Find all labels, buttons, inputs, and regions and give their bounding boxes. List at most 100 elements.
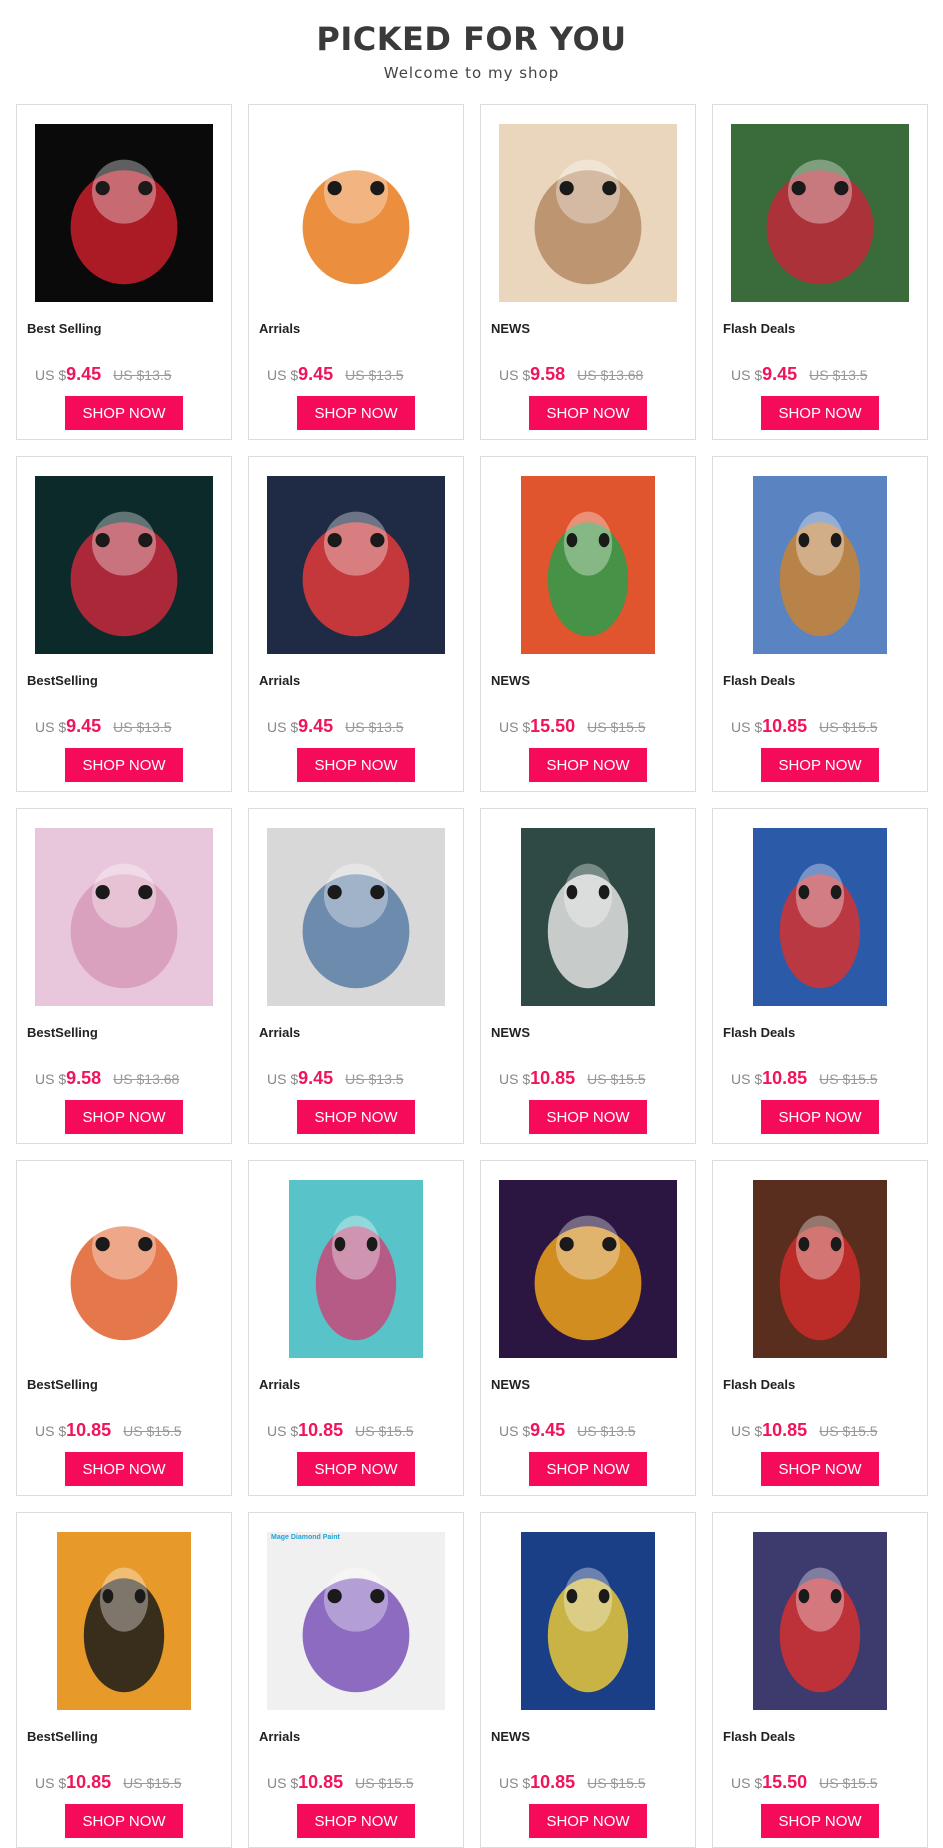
price-row: US $10.85 US $15.5: [731, 716, 878, 737]
product-card[interactable]: Arrials US $10.85 US $15.5 SHOP NOW: [248, 1160, 464, 1496]
current-price: 15.50: [762, 1772, 808, 1792]
currency-label: US $: [499, 1423, 531, 1439]
shop-now-button[interactable]: SHOP NOW: [65, 396, 183, 430]
shop-now-button[interactable]: SHOP NOW: [761, 396, 879, 430]
shop-now-button[interactable]: SHOP NOW: [297, 1452, 415, 1486]
product-card[interactable]: BestSelling US $10.85 US $15.5 SHOP NOW: [16, 1160, 232, 1496]
price-row: US $9.45 US $13.5: [35, 364, 172, 385]
product-image[interactable]: [35, 1180, 213, 1358]
current-price: 9.58: [66, 1068, 102, 1088]
shop-now-button[interactable]: SHOP NOW: [529, 396, 647, 430]
product-card[interactable]: BestSelling US $9.45 US $13.5 SHOP NOW: [16, 456, 232, 792]
owl-reading-artwork: [499, 1180, 677, 1358]
shop-now-button[interactable]: SHOP NOW: [761, 1452, 879, 1486]
product-image[interactable]: [753, 476, 887, 654]
product-card[interactable]: Flash Deals US $10.85 US $15.5 SHOP NOW: [712, 1160, 928, 1496]
shop-now-button[interactable]: SHOP NOW: [529, 1452, 647, 1486]
product-category: BestSelling: [27, 673, 98, 688]
original-price: US $13.5: [113, 367, 172, 383]
product-image[interactable]: [267, 828, 445, 1006]
product-image[interactable]: [731, 124, 909, 302]
section-subtitle: Welcome to my shop: [383, 64, 560, 82]
product-card[interactable]: Best Selling US $9.45 US $13.5 SHOP NOW: [16, 104, 232, 440]
product-card[interactable]: Arrials US $9.45 US $13.5 SHOP NOW: [248, 456, 464, 792]
product-image[interactable]: [35, 476, 213, 654]
product-card[interactable]: NEWS US $15.50 US $15.5 SHOP NOW: [480, 456, 696, 792]
product-card[interactable]: Arrials US $9.45 US $13.5 SHOP NOW: [248, 808, 464, 1144]
product-card[interactable]: Flash Deals US $9.45 US $13.5 SHOP NOW: [712, 104, 928, 440]
original-price: US $13.68: [113, 1071, 180, 1087]
product-image[interactable]: [753, 828, 887, 1006]
current-price: 10.85: [530, 1068, 576, 1088]
product-card[interactable]: NEWS US $10.85 US $15.5 SHOP NOW: [480, 808, 696, 1144]
product-category: NEWS: [491, 321, 530, 336]
product-image[interactable]: [521, 1532, 655, 1710]
product-image[interactable]: [35, 828, 213, 1006]
product-image[interactable]: [267, 124, 445, 302]
product-category: NEWS: [491, 1025, 530, 1040]
product-category: NEWS: [491, 1377, 530, 1392]
current-price: 9.45: [298, 364, 334, 384]
product-category: Flash Deals: [723, 321, 796, 336]
current-price: 9.45: [66, 364, 102, 384]
original-price: US $15.5: [587, 1071, 646, 1087]
original-price: US $15.5: [819, 1071, 878, 1087]
price-row: US $10.85 US $15.5: [35, 1772, 182, 1793]
original-price: US $15.5: [355, 1423, 414, 1439]
shop-now-button[interactable]: SHOP NOW: [529, 1100, 647, 1134]
price-row: US $9.45 US $13.5: [35, 716, 172, 737]
product-card[interactable]: Flash Deals US $10.85 US $15.5 SHOP NOW: [712, 456, 928, 792]
product-card[interactable]: Mage Diamond Paint Arrials US $10.85 US $15…: [248, 1512, 464, 1848]
current-price: 9.45: [762, 364, 798, 384]
shop-now-button[interactable]: SHOP NOW: [65, 1100, 183, 1134]
product-card[interactable]: Flash Deals US $15.50 US $15.5 SHOP NOW: [712, 1512, 928, 1848]
currency-label: US $: [731, 1423, 763, 1439]
product-card[interactable]: BestSelling US $9.58 US $13.68 SHOP NOW: [16, 808, 232, 1144]
original-price: US $15.5: [819, 1775, 878, 1791]
shop-now-button[interactable]: SHOP NOW: [761, 1804, 879, 1838]
product-image[interactable]: [35, 124, 213, 302]
currency-label: US $: [35, 1071, 67, 1087]
product-image[interactable]: [521, 828, 655, 1006]
product-card[interactable]: Arrials US $9.45 US $13.5 SHOP NOW: [248, 104, 464, 440]
price-row: US $9.45 US $13.5: [499, 1420, 636, 1441]
shop-now-button[interactable]: SHOP NOW: [761, 748, 879, 782]
product-image[interactable]: [499, 124, 677, 302]
original-price: US $13.5: [809, 367, 868, 383]
shop-now-button[interactable]: SHOP NOW: [761, 1100, 879, 1134]
product-image[interactable]: [521, 476, 655, 654]
shop-now-button[interactable]: SHOP NOW: [297, 1100, 415, 1134]
product-image[interactable]: [289, 1180, 423, 1358]
section-header: PICKED FOR YOU Welcome to my shop: [0, 0, 943, 100]
price-row: US $10.85 US $15.5: [499, 1068, 646, 1089]
original-price: US $15.5: [587, 719, 646, 735]
product-card[interactable]: Flash Deals US $10.85 US $15.5 SHOP NOW: [712, 808, 928, 1144]
product-card[interactable]: NEWS US $9.45 US $13.5 SHOP NOW: [480, 1160, 696, 1496]
original-price: US $13.5: [345, 1071, 404, 1087]
currency-label: US $: [499, 1775, 531, 1791]
shop-now-button[interactable]: SHOP NOW: [297, 748, 415, 782]
product-image[interactable]: Mage Diamond Paint: [267, 1532, 445, 1710]
currency-label: US $: [35, 367, 67, 383]
shop-now-button[interactable]: SHOP NOW: [65, 1804, 183, 1838]
product-card[interactable]: NEWS US $9.58 US $13.68 SHOP NOW: [480, 104, 696, 440]
product-image[interactable]: [57, 1532, 191, 1710]
product-image[interactable]: [267, 476, 445, 654]
product-image[interactable]: [753, 1532, 887, 1710]
floral-cow-artwork: [289, 1180, 423, 1358]
currency-label: US $: [35, 1423, 67, 1439]
product-card[interactable]: BestSelling US $10.85 US $15.5 SHOP NOW: [16, 1512, 232, 1848]
shop-now-button[interactable]: SHOP NOW: [297, 1804, 415, 1838]
product-category: BestSelling: [27, 1025, 98, 1040]
shop-now-button[interactable]: SHOP NOW: [65, 1452, 183, 1486]
currency-label: US $: [267, 367, 299, 383]
product-card[interactable]: NEWS US $10.85 US $15.5 SHOP NOW: [480, 1512, 696, 1848]
product-image[interactable]: [499, 1180, 677, 1358]
shop-now-button[interactable]: SHOP NOW: [65, 748, 183, 782]
shop-now-button[interactable]: SHOP NOW: [529, 1804, 647, 1838]
product-image[interactable]: [753, 1180, 887, 1358]
shop-now-button[interactable]: SHOP NOW: [529, 748, 647, 782]
current-price: 10.85: [762, 1420, 808, 1440]
shop-now-button[interactable]: SHOP NOW: [297, 396, 415, 430]
currency-label: US $: [35, 1775, 67, 1791]
